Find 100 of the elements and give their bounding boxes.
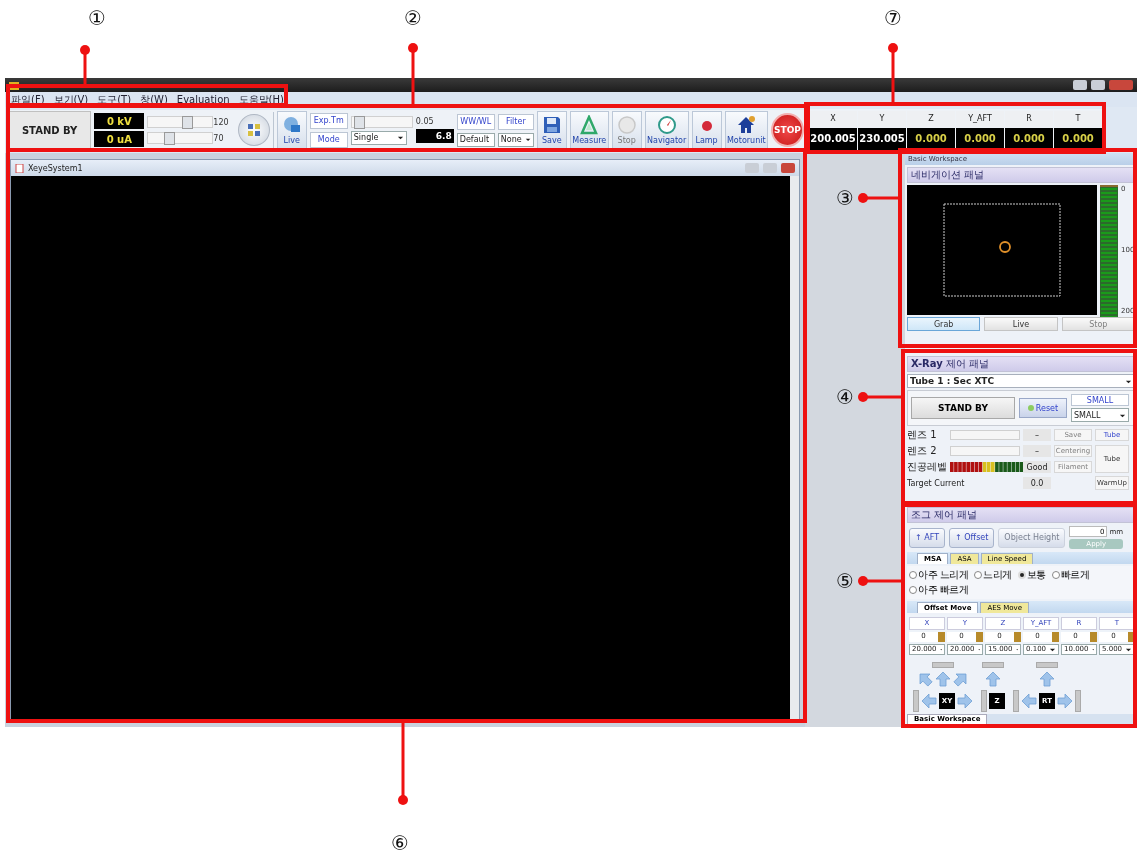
window-level-dropdown[interactable]: Default [456, 132, 495, 147]
slider[interactable] [147, 116, 214, 128]
document-icon [15, 163, 24, 173]
slider-handle[interactable] [913, 689, 919, 712]
arrow-up-right-icon[interactable] [953, 670, 969, 687]
arrow-left-icon[interactable] [1021, 692, 1037, 709]
arrow-up-left-icon[interactable] [917, 670, 933, 687]
arrow-right-icon[interactable] [1057, 692, 1073, 709]
callout-number: ① [88, 6, 106, 30]
slider-handle[interactable] [982, 661, 1004, 668]
aft-button[interactable]: ↑ AFT [909, 527, 946, 548]
nav-button[interactable]: Grab [907, 317, 981, 331]
live-button[interactable]: Live [276, 111, 307, 149]
slider-value: 120 [213, 117, 230, 127]
speed-radio[interactable]: 빠르게 [1051, 567, 1090, 582]
reset-button[interactable]: Reset [1019, 398, 1067, 418]
callout-number: ③ [836, 186, 854, 210]
ruler-triangle-icon [579, 115, 600, 135]
slider-handle[interactable] [932, 661, 954, 668]
leader-line [858, 576, 903, 586]
document-title: XeyeSystem1 [28, 163, 83, 173]
axis-header: Z [907, 110, 955, 127]
target-current-label: Target Current [907, 478, 966, 488]
speed-radio[interactable]: 아주 빠르게 [909, 582, 969, 597]
dropdown-caret-icon[interactable] [396, 134, 404, 141]
axis-header: Y_AFT [956, 110, 1004, 127]
position-value: 0.000 [1013, 133, 1045, 144]
slider[interactable] [147, 132, 214, 144]
vacuum-label: 진공레벨 [907, 460, 947, 474]
filter-button[interactable]: Filter [497, 113, 534, 130]
slider[interactable] [350, 115, 413, 128]
slider-value: 70 [213, 133, 225, 143]
lens-label: 렌즈 2 [907, 444, 938, 458]
object-height-button[interactable]: Object Height [998, 527, 1066, 548]
exposure-time-button[interactable]: Exp.Tm [309, 112, 348, 129]
lens-label: 렌즈 1 [907, 428, 938, 442]
speed-radio[interactable]: 느리게 [974, 567, 1012, 582]
menu-item[interactable]: Evaluation [176, 94, 230, 105]
offset-button[interactable]: ↑ Offset [949, 527, 995, 548]
current-readout: 0 uA [94, 131, 145, 147]
grid-icon [247, 123, 261, 137]
slider-handle[interactable] [1075, 689, 1081, 712]
leader-line [888, 43, 898, 104]
leader-line [858, 193, 900, 203]
status-button[interactable]: STAND BY [911, 397, 1015, 419]
position-value: 200.005 [810, 133, 856, 144]
axis-header: X [809, 110, 857, 127]
panel-header: X-Ray 제어 패널 [907, 356, 1135, 372]
tool-button[interactable]: Navigator [644, 111, 689, 149]
size-button[interactable]: SMALL [1071, 394, 1129, 406]
axis-header: R [1005, 110, 1053, 127]
callout-number: ④ [836, 385, 854, 409]
arrow-up-icon[interactable] [985, 670, 1001, 687]
slider-handle[interactable] [981, 689, 987, 712]
size-dropdown[interactable]: SMALL [1071, 408, 1129, 422]
position-value: 0.000 [915, 133, 947, 144]
position-value: 0.000 [1062, 133, 1094, 144]
status-display: STAND BY [8, 111, 92, 149]
callout-number: ⑥ [391, 831, 409, 854]
slider-handle[interactable] [1036, 661, 1058, 668]
tube-dropdown[interactable]: Tube 1 : Sec XTC [907, 374, 1135, 388]
menu-item[interactable]: 도구(T) [97, 92, 132, 107]
speed-radio[interactable]: 보통 [1017, 567, 1046, 582]
compass-icon [656, 115, 677, 135]
arrow-right-icon[interactable] [957, 692, 973, 709]
filter-dropdown[interactable]: None [497, 132, 534, 147]
nav-button[interactable]: Live [984, 317, 1058, 331]
panel-header: 네비게이션 패널 [907, 167, 1135, 183]
maximize-button[interactable] [1091, 80, 1105, 90]
tool-button[interactable]: Lamp [691, 111, 722, 149]
stop-button[interactable]: STOP [770, 113, 804, 147]
callout-number: ⑤ [836, 569, 854, 593]
tool-button[interactable]: Measure [569, 111, 609, 149]
camera-icon [281, 115, 302, 135]
tool-button[interactable]: Motorunit [724, 111, 768, 149]
slider-handle[interactable] [1013, 689, 1019, 712]
close-button[interactable] [781, 163, 795, 173]
house-icon [736, 115, 757, 135]
leader-line [408, 43, 418, 106]
menu-item[interactable]: 보기(V) [53, 92, 89, 107]
speed-radio[interactable]: 아주 느리게 [909, 567, 969, 582]
tool-button[interactable]: Save [536, 111, 567, 149]
arrow-left-icon[interactable] [921, 692, 937, 709]
circle-icon [616, 115, 637, 135]
vacuum-reading: Good [1023, 461, 1051, 473]
scrollbar[interactable] [790, 176, 799, 722]
voltage-readout: 0 kV [94, 113, 145, 129]
round-button[interactable] [238, 114, 270, 146]
position-value: 230.005 [859, 133, 905, 144]
minimize-button[interactable] [1073, 80, 1087, 90]
window-level-button[interactable]: WW/WL [456, 113, 495, 130]
callout-number: ② [404, 6, 422, 30]
dropdown-caret-icon[interactable] [524, 136, 531, 143]
mode-dropdown[interactable]: Single [350, 130, 407, 145]
arrow-up-icon[interactable] [1039, 670, 1055, 687]
position-value: 0.000 [964, 133, 996, 144]
slider-value: 0.05 [415, 117, 435, 126]
arrow-up-icon[interactable] [935, 670, 951, 687]
mode-button[interactable]: Mode [309, 131, 348, 148]
axis-header: T [1054, 110, 1102, 127]
